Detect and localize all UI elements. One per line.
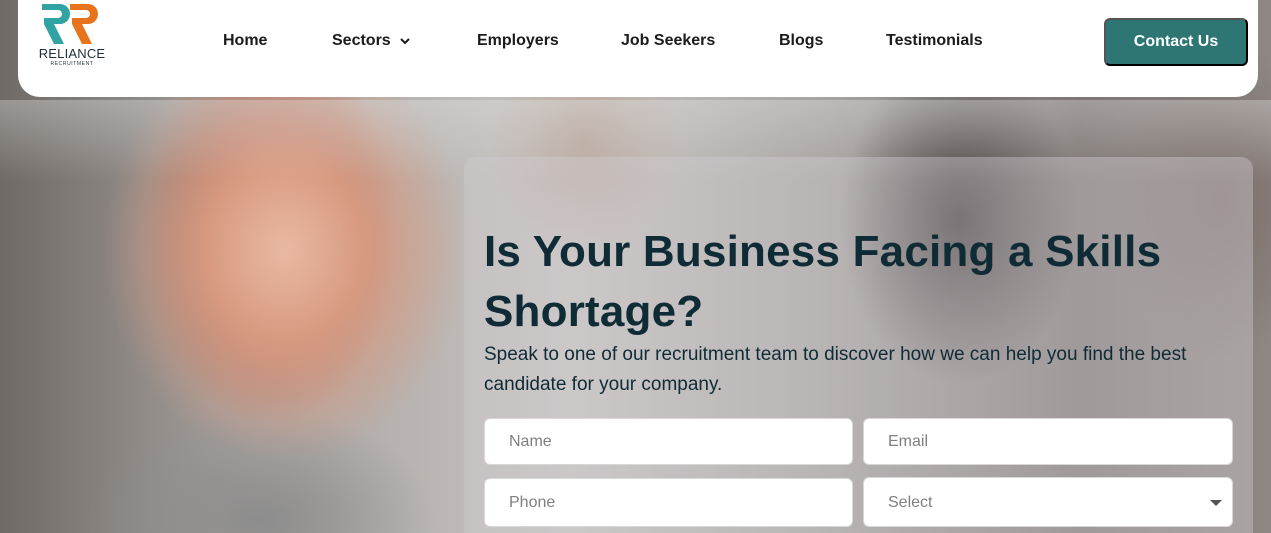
nav-item-home[interactable]: Home	[223, 32, 267, 50]
nav-item-sectors-label: Sectors	[332, 32, 391, 49]
select-value: Select	[888, 494, 933, 511]
logo-wordmark: RELIANCE	[38, 46, 106, 61]
hero-headline-line2: Shortage?	[484, 287, 704, 336]
nav-item-job-seekers[interactable]: Job Seekers	[621, 32, 715, 50]
nav-item-sectors[interactable]: Sectors	[332, 32, 411, 50]
nav-item-employers[interactable]: Employers	[477, 32, 559, 50]
name-input[interactable]	[484, 418, 853, 465]
hero-subtext: Speak to one of our recruitment team to …	[484, 344, 1187, 395]
top-navbar: RELIANCE RECRUITMENT Home Sectors Employ…	[18, 0, 1258, 97]
hero-headline: Is Your Business Facing a Skills Shortag…	[484, 222, 1244, 342]
contact-us-button[interactable]: Contact Us	[1104, 18, 1248, 66]
logo-mark-icon	[42, 4, 98, 44]
enquiry-type-select[interactable]: Select	[863, 477, 1233, 527]
hero-headline-line1: Is Your Business Facing a Skills	[484, 227, 1162, 276]
caret-down-icon	[1210, 500, 1222, 506]
nav-item-blogs[interactable]: Blogs	[779, 32, 823, 50]
brand-logo[interactable]: RELIANCE RECRUITMENT	[32, 2, 112, 70]
chevron-down-icon	[399, 38, 410, 45]
phone-input[interactable]	[484, 478, 853, 527]
nav-item-testimonials[interactable]: Testimonials	[886, 32, 983, 50]
logo-tagline: RECRUITMENT	[50, 61, 94, 67]
email-input[interactable]	[863, 418, 1233, 465]
